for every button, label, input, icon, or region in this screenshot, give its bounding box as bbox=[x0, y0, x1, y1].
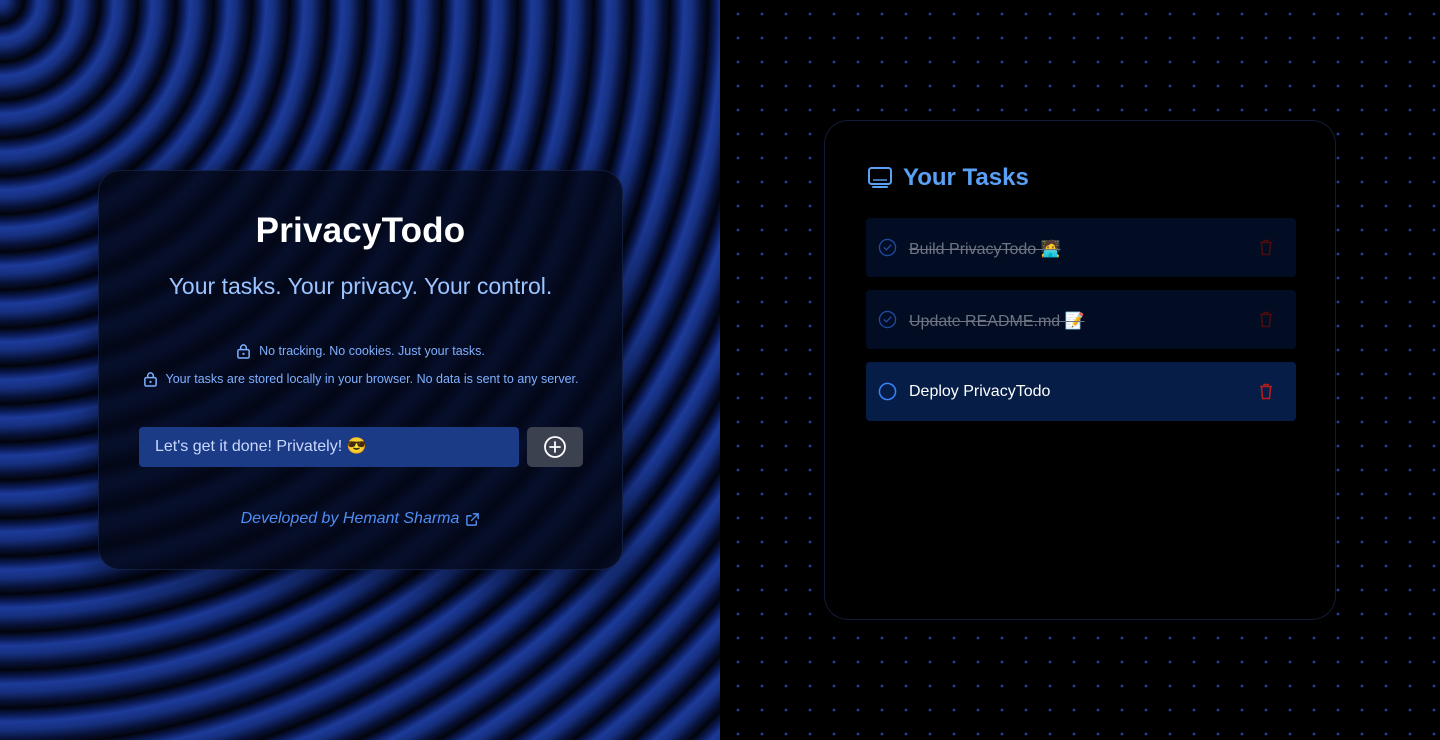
add-task-button[interactable] bbox=[527, 427, 583, 467]
task-item: Build PrivacyTodo 🧑‍💻 bbox=[866, 218, 1296, 277]
delete-task-button[interactable] bbox=[1256, 381, 1276, 401]
monitor-icon bbox=[868, 167, 892, 188]
delete-task-button[interactable] bbox=[1256, 237, 1276, 257]
new-task-input[interactable] bbox=[139, 427, 519, 467]
privacy-note-text: No tracking. No cookies. Just your tasks… bbox=[259, 344, 485, 358]
lock-icon bbox=[237, 344, 250, 359]
check-circle-icon[interactable] bbox=[878, 310, 897, 329]
lock-icon bbox=[143, 372, 157, 387]
developer-credit-link[interactable]: Developed by Hemant Sharma bbox=[99, 510, 622, 528]
tasks-title: Your Tasks bbox=[903, 164, 1029, 191]
app-tagline: Your tasks. Your privacy. Your control. bbox=[168, 273, 553, 299]
task-text: Deploy PrivacyTodo bbox=[909, 383, 1051, 400]
check-circle-icon[interactable] bbox=[878, 238, 897, 257]
tasks-header: Your Tasks bbox=[867, 164, 1029, 192]
left-pane: PrivacyTodo Your tasks. Your privacy. Yo… bbox=[0, 0, 720, 740]
trash-icon bbox=[1260, 383, 1272, 399]
external-link-icon bbox=[466, 512, 480, 526]
trash-icon bbox=[1260, 239, 1272, 255]
delete-task-button[interactable] bbox=[1256, 309, 1276, 329]
credit-text: Developed by Hemant Sharma bbox=[240, 510, 460, 527]
tasks-card: Your Tasks Build PrivacyTodo 🧑‍💻 Update … bbox=[824, 120, 1336, 620]
task-text: Build PrivacyTodo 🧑‍💻 bbox=[909, 241, 1061, 258]
task-item: Deploy PrivacyTodo bbox=[866, 362, 1296, 421]
privacy-note-storage: Your tasks are stored locally in your br… bbox=[99, 371, 622, 387]
privacy-note-tracking: No tracking. No cookies. Just your tasks… bbox=[99, 343, 622, 359]
task-text: Update README.md 📝 bbox=[909, 313, 1085, 330]
hero-card: PrivacyTodo Your tasks. Your privacy. Yo… bbox=[98, 170, 623, 570]
plus-circle-icon bbox=[544, 436, 566, 458]
trash-icon bbox=[1260, 311, 1272, 327]
circle-icon[interactable] bbox=[878, 382, 897, 401]
privacy-note-text: Your tasks are stored locally in your br… bbox=[165, 372, 579, 386]
task-item: Update README.md 📝 bbox=[866, 290, 1296, 349]
app-title: PrivacyTodo bbox=[255, 211, 466, 250]
